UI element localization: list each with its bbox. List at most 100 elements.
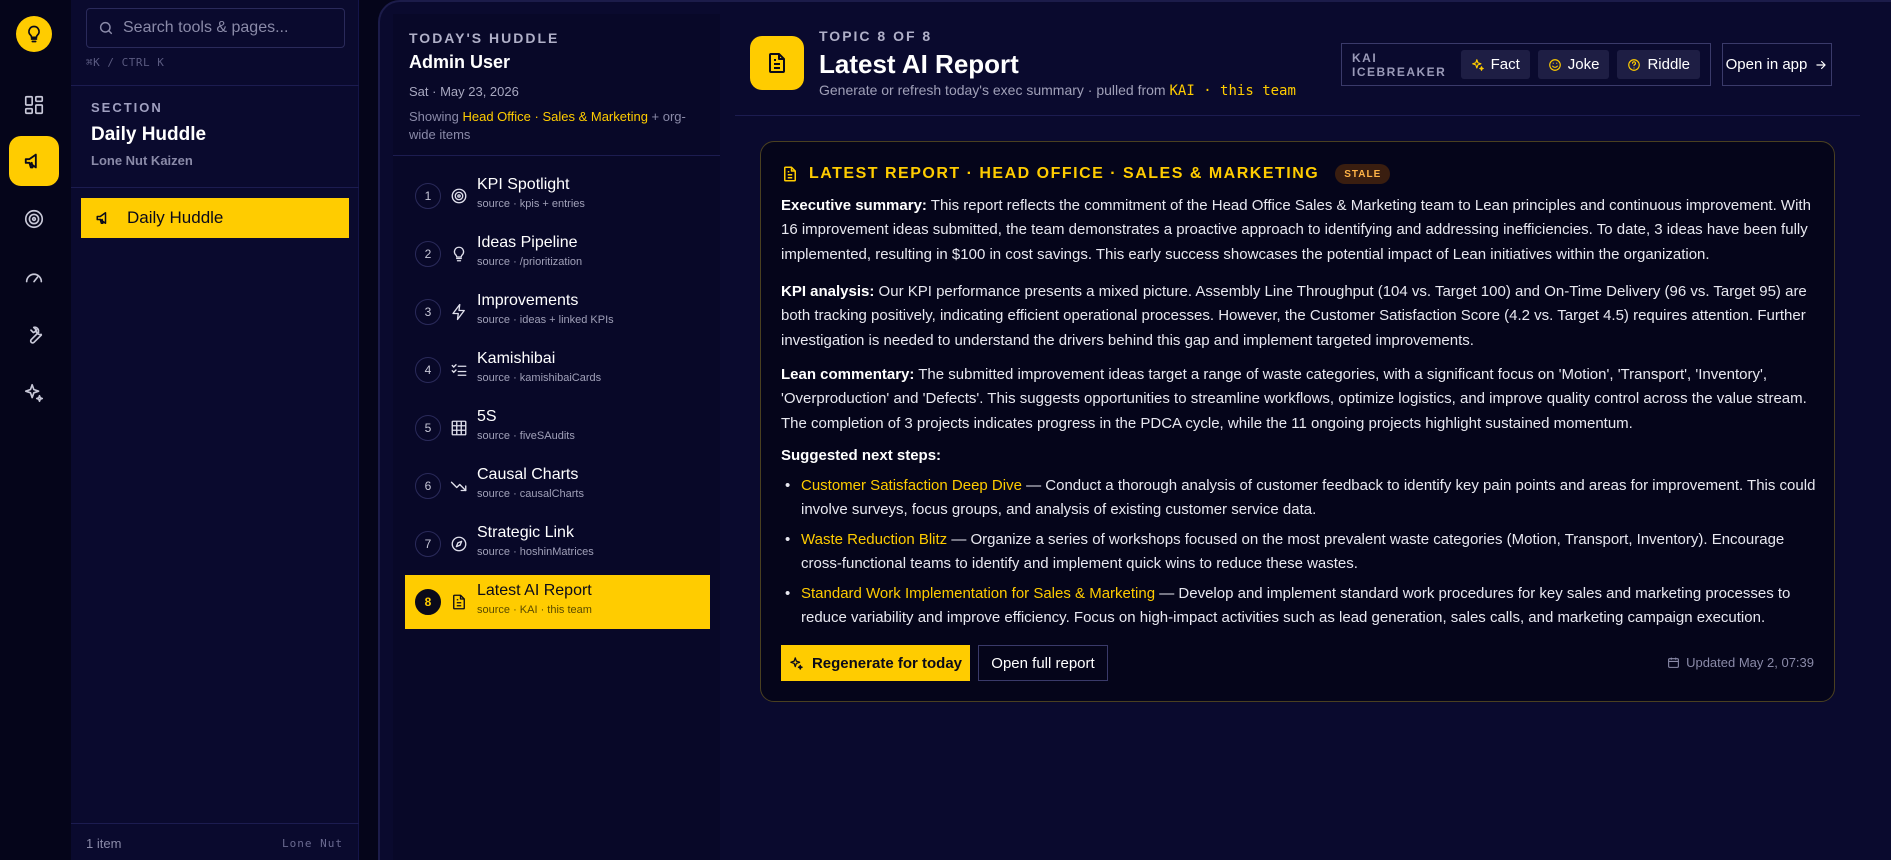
agenda-item-improvements[interactable]: 3 Improvements source · ideas + linked K… — [405, 285, 710, 339]
gauge-icon[interactable] — [9, 252, 59, 302]
agenda-item-name: Strategic Link — [477, 524, 574, 541]
open-full-report-button[interactable]: Open full report — [978, 645, 1108, 681]
sidebar-divider — [71, 187, 359, 188]
icon-rail — [0, 0, 68, 860]
agenda-item-kpi-spotlight[interactable]: 1 KPI Spotlight source · kpis + entries — [405, 169, 710, 223]
header-divider — [735, 115, 1860, 116]
sidebar-item-daily-huddle[interactable]: Daily Huddle — [81, 198, 349, 238]
lean-label: Lean commentary: — [781, 366, 915, 383]
sparkles-icon — [1471, 58, 1484, 71]
agenda-item-name: Kamishibai — [477, 350, 556, 367]
updated-timestamp: Updated May 2, 07:39 — [1667, 655, 1814, 670]
next-step-text: — Organize a series of workshops focused… — [801, 531, 1785, 573]
document-icon — [750, 36, 804, 90]
agenda-eyebrow: TODAY'S HUDDLE — [409, 30, 560, 46]
footer-brand: Lone Nut — [282, 837, 343, 850]
wrench-icon[interactable] — [9, 310, 59, 360]
topic-counter: TOPIC 8 OF 8 — [819, 28, 933, 44]
lightbulb-icon[interactable] — [16, 16, 52, 52]
sparkles-icon[interactable] — [9, 368, 59, 418]
agenda-item-number: 2 — [415, 241, 441, 267]
executive-summary: Executive summary: This report reflects … — [781, 194, 1817, 267]
open-in-app-button[interactable]: Open in app — [1722, 43, 1832, 86]
scope-prefix: Showing — [409, 109, 463, 124]
report-title: LATEST REPORT · HEAD OFFICE · SALES & MA… — [809, 165, 1320, 182]
page-title: Latest AI Report — [819, 49, 1019, 79]
agenda-item-source: source · causalCharts — [477, 488, 584, 500]
agenda-item-name: Ideas Pipeline — [477, 234, 578, 251]
report-header: LATEST REPORT · HEAD OFFICE · SALES & MA… — [781, 164, 1391, 184]
grid-icon — [451, 420, 467, 436]
agenda-divider — [393, 155, 720, 156]
agenda-item-kamishibai[interactable]: 4 Kamishibai source · kamishibaiCards — [405, 343, 710, 397]
fact-button[interactable]: Fact — [1460, 50, 1530, 79]
agenda-item-name: Latest AI Report — [477, 582, 592, 599]
icebreaker-panel: KAI ICEBREAKER Fact Joke Riddle — [1341, 43, 1711, 86]
search-icon — [99, 21, 113, 35]
riddle-button[interactable]: Riddle — [1617, 50, 1700, 79]
search-shortcut-hint: ⌘K / CTRL K — [86, 56, 165, 69]
megaphone-icon — [96, 212, 107, 224]
scope-team: Head Office · Sales & Marketing — [462, 109, 648, 124]
regenerate-label: Regenerate for today — [811, 654, 963, 672]
sidebar-divider — [71, 823, 359, 824]
exec-label: Executive summary: — [781, 197, 927, 214]
subtitle-text: Generate or refresh today's exec summary… — [819, 82, 1170, 98]
riddle-label: Riddle — [1647, 56, 1690, 73]
agenda-item-number: 5 — [415, 415, 441, 441]
joke-label: Joke — [1567, 56, 1600, 73]
section-subtitle: Lone Nut Kaizen — [91, 153, 193, 168]
agenda-item-name: Improvements — [477, 292, 579, 309]
exec-text: This report reflects the commitment of t… — [781, 197, 1811, 263]
next-step-link[interactable]: Standard Work Implementation for Sales &… — [801, 585, 1155, 602]
agenda-item-latest-ai-report[interactable]: 8 Latest AI Report source · KAI · this t… — [405, 575, 710, 629]
regenerate-button[interactable]: Regenerate for today — [781, 645, 970, 681]
sidebar: Search tools & pages... ⌘K / CTRL K SECT… — [71, 0, 359, 860]
status-badge: STALE — [1335, 164, 1391, 184]
document-icon — [453, 594, 465, 610]
megaphone-icon[interactable] — [9, 136, 59, 186]
agenda-item-number: 4 — [415, 357, 441, 383]
section-title: Daily Huddle — [91, 124, 207, 145]
dashboard-icon[interactable] — [9, 80, 59, 130]
next-step-link[interactable]: Waste Reduction Blitz — [801, 531, 947, 548]
icebreaker-label: KAI ICEBREAKER — [1352, 50, 1447, 79]
joke-button[interactable]: Joke — [1537, 50, 1610, 79]
kpi-text: Our KPI performance presents a mixed pic… — [781, 283, 1807, 349]
agenda-item-ideas-pipeline[interactable]: 2 Ideas Pipeline source · /prioritizatio… — [405, 227, 710, 281]
next-step-item: Customer Satisfaction Deep Dive — Conduc… — [785, 474, 1817, 523]
lean-text: The submitted improvement ideas target a… — [781, 366, 1807, 432]
lean-commentary: Lean commentary: The submitted improveme… — [781, 363, 1817, 436]
agenda-item-source: source · kpis + entries — [477, 198, 585, 210]
compass-icon — [451, 536, 467, 552]
question-icon — [1628, 58, 1641, 71]
fact-label: Fact — [1490, 56, 1520, 73]
next-step-link[interactable]: Customer Satisfaction Deep Dive — [801, 477, 1022, 494]
open-in-app-label: Open in app — [1725, 56, 1808, 73]
agenda-item-number: 3 — [415, 299, 441, 325]
agenda-item-number: 6 — [415, 473, 441, 499]
agenda-date: Sat · May 23, 2026 — [409, 84, 519, 99]
sparkles-icon — [790, 656, 803, 670]
next-step-item: Waste Reduction Blitz — Organize a serie… — [785, 528, 1817, 577]
target-icon[interactable] — [9, 194, 59, 244]
agenda-item-source: source · kamishibaiCards — [477, 372, 602, 384]
next-steps-title: Suggested next steps: — [781, 447, 942, 464]
search-input[interactable]: Search tools & pages... — [86, 8, 345, 48]
agenda-user: Admin User — [409, 52, 511, 72]
agenda-item-causal-charts[interactable]: 6 Causal Charts source · causalCharts — [405, 459, 710, 513]
agenda-item-name: 5S — [477, 408, 497, 425]
huddle-agenda: TODAY'S HUDDLE Admin User Sat · May 23, … — [393, 14, 720, 860]
agenda-item-strategic-link[interactable]: 7 Strategic Link source · hoshinMatrices — [405, 517, 710, 571]
trend-down-icon — [450, 481, 467, 492]
checklist-icon — [451, 364, 467, 376]
agenda-item-5s[interactable]: 5 5S source · fiveSAudits — [405, 401, 710, 455]
document-icon — [784, 166, 796, 182]
target-icon — [451, 188, 467, 204]
agenda-scope: Showing Head Office · Sales & Marketing … — [409, 108, 709, 144]
agenda-item-source: source · ideas + linked KPIs — [477, 314, 614, 326]
agenda-item-name: Causal Charts — [477, 466, 579, 483]
agenda-item-number: 1 — [415, 183, 441, 209]
smile-icon — [1548, 58, 1561, 71]
report-card: LATEST REPORT · HEAD OFFICE · SALES & MA… — [760, 141, 1835, 702]
